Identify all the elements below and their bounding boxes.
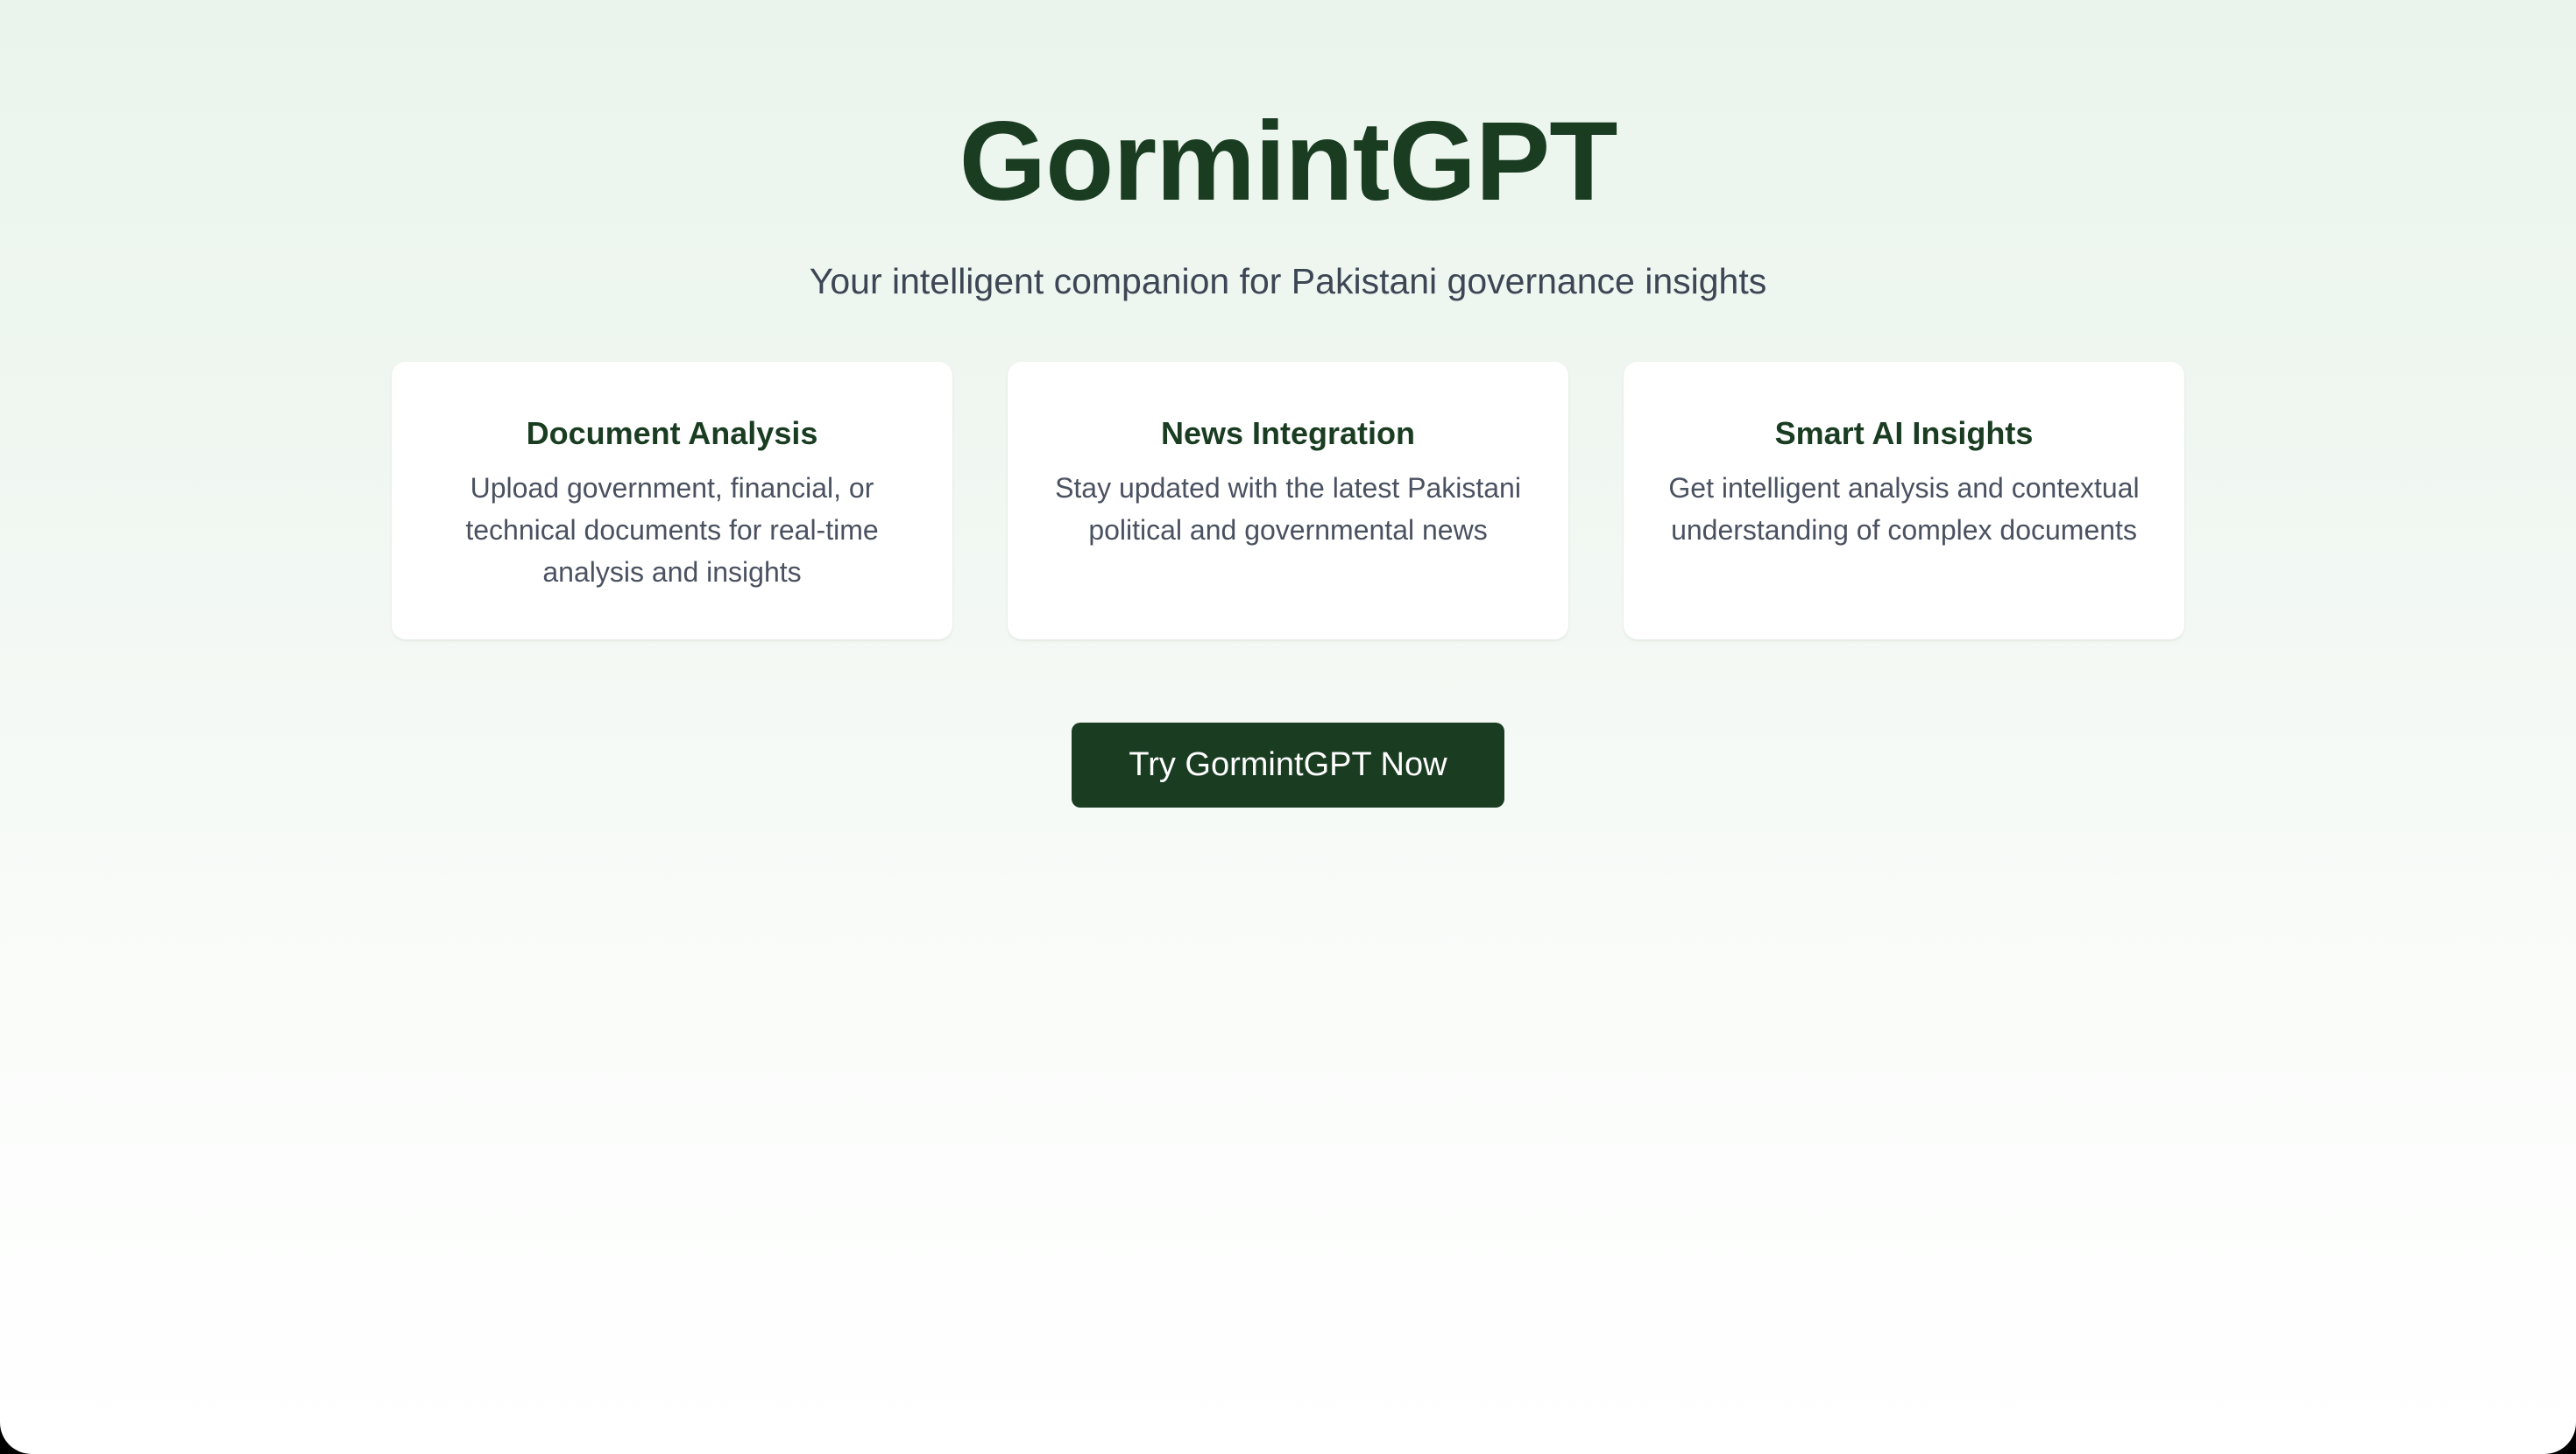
feature-card-description: Get intelligent analysis and contextual …	[1668, 472, 2140, 546]
feature-card-title: Smart AI Insights	[1774, 415, 2034, 451]
feature-card-title: News Integration	[1160, 415, 1416, 451]
page-title: GormintGPT	[959, 99, 1618, 224]
feature-card-description: Upload government, financial, or technic…	[465, 472, 879, 588]
feature-card-description: Stay updated with the latest Pakistani p…	[1055, 472, 1521, 546]
feature-card-smart-ai-insights: Smart AI Insights Get intelligent analys…	[1624, 362, 2184, 639]
landing-page: GormintGPT Your intelligent companion fo…	[0, 0, 2576, 1454]
feature-card-title: Document Analysis	[526, 415, 818, 451]
feature-card-document-analysis: Document Analysis Upload government, fin…	[392, 362, 952, 639]
feature-cards: Document Analysis Upload government, fin…	[392, 362, 2184, 639]
page-subtitle: Your intelligent companion for Pakistani…	[809, 261, 1767, 301]
feature-card-news-integration: News Integration Stay updated with the l…	[1008, 362, 1568, 639]
try-now-button[interactable]: Try GormintGPT Now	[1072, 723, 1504, 808]
